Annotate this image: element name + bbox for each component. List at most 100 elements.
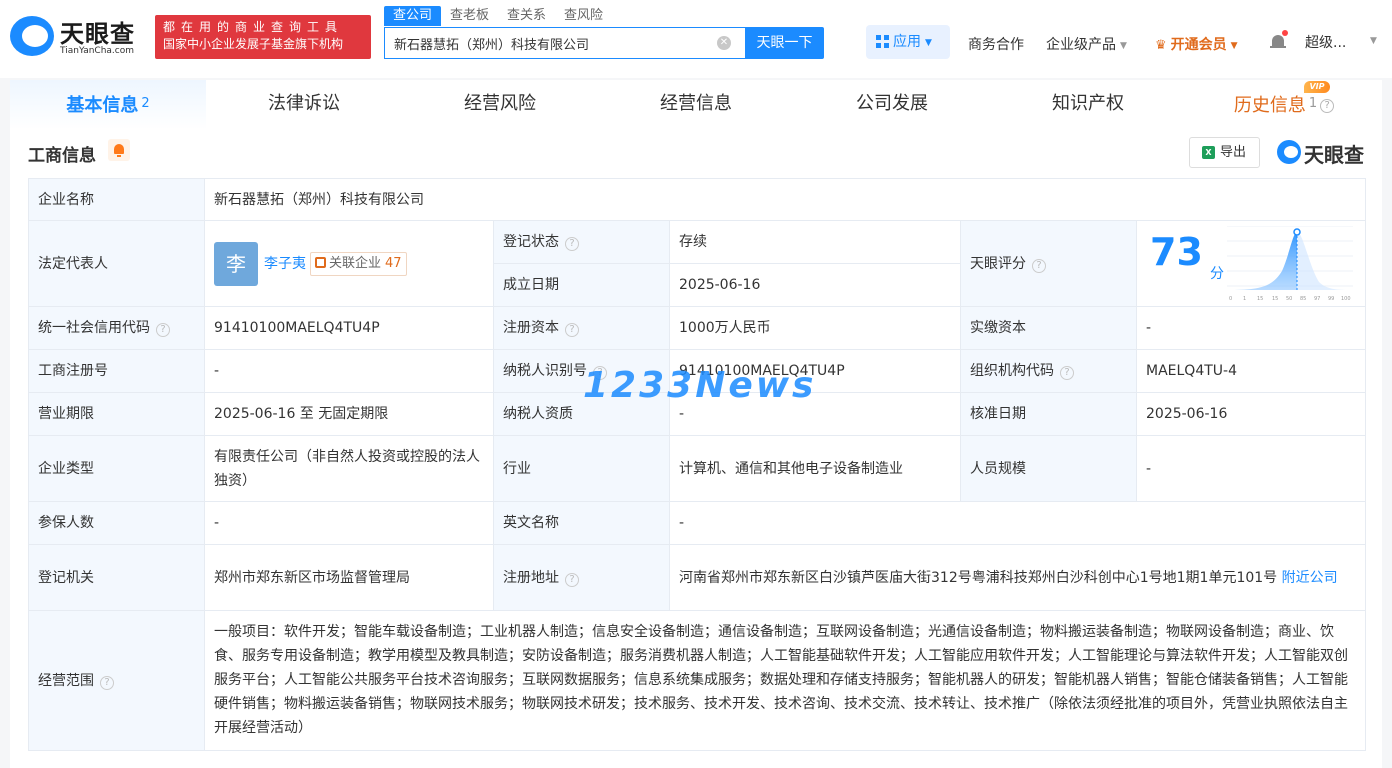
value-scope: 一般项目：软件开发；智能车载设备制造；工业机器人制造；信息安全设备制造；通信设备… (203, 610, 1367, 751)
enterprise-products-menu[interactable]: 企业级产品 ▼ (1046, 34, 1127, 54)
notification-bell-icon[interactable] (1270, 30, 1288, 51)
help-icon[interactable]: ? (1320, 99, 1335, 113)
business-info-table: 企业名称 新石器慧拓（郑州）科技有限公司 法定代表人 李李子夷 关联企业 47 登记… (28, 178, 1367, 751)
slogan-line-2: 国家中小企业发展子基金旗下机构 (163, 37, 344, 51)
score-distribution-chart: 0 1 15 15 50 85 97 99 100 (1227, 225, 1353, 302)
score-cell[interactable]: 73 分 0 1 15 15 50 85 97 99 100 (1135, 220, 1367, 307)
help-icon[interactable]: ? (565, 572, 579, 587)
label-reg-capital: 注册资本? (493, 306, 670, 350)
help-icon[interactable]: ? (565, 237, 579, 251)
label-text: 组织机构代码 (970, 363, 1054, 379)
logo-text: 天眼查 (60, 20, 135, 48)
tab-count: 1 (1308, 96, 1318, 111)
value-reg-status: 存续 (669, 220, 961, 264)
apps-button[interactable]: 应用 ▼ (866, 25, 950, 59)
search-button[interactable]: 天眼一下 (745, 27, 824, 59)
tab-operation[interactable]: 经营信息 (598, 80, 794, 130)
score-tick: 97 (1314, 296, 1320, 302)
score-unit: 分 (1210, 265, 1224, 282)
grid-icon (876, 35, 889, 48)
value-paid-capital: - (1135, 306, 1367, 350)
legal-rep-cell: 李李子夷 关联企业 47 (204, 220, 494, 307)
user-menu[interactable]: 超级... (1305, 32, 1346, 52)
tab-label: 法律诉讼 (268, 93, 340, 114)
export-button[interactable]: X 导出 (1189, 137, 1260, 168)
score-tick: 85 (1300, 296, 1306, 302)
chevron-down-icon: ▼ (925, 38, 932, 48)
crown-icon: ♛ (1155, 38, 1167, 53)
label-insured: 参保人数 (28, 501, 205, 545)
label-org-code: 组织机构代码? (960, 349, 1137, 393)
tab-history[interactable]: 历史信息 1? VIP (1186, 80, 1382, 130)
apps-label: 应用 (893, 34, 921, 50)
label-scope: 经营范围? (28, 610, 205, 751)
tab-basic-info[interactable]: 基本信息 2 (10, 80, 206, 130)
chevron-down-icon[interactable]: ▼ (1370, 36, 1377, 46)
score-tick: 100 (1341, 296, 1351, 302)
label-address: 注册地址? (493, 544, 670, 611)
tab-development[interactable]: 公司发展 (794, 80, 990, 130)
search-box: ✕ (384, 27, 746, 59)
label-english: 英文名称 (493, 501, 670, 545)
label-text: 统一社会信用代码 (38, 320, 150, 336)
label-reg-no: 工商注册号 (28, 349, 205, 393)
search-tab-relation[interactable]: 查关系 (498, 6, 555, 26)
value-approve-date: 2025-06-16 (1135, 392, 1367, 436)
value-insured: - (204, 501, 494, 545)
value-reg-capital: 1000万人民币 (669, 306, 961, 350)
tab-label: 公司发展 (856, 93, 928, 114)
label-text: 经营范围 (38, 672, 94, 689)
value-english: - (668, 501, 1367, 545)
label-legal-rep: 法定代表人 (28, 220, 205, 307)
help-icon[interactable]: ? (100, 675, 114, 690)
help-icon[interactable]: ? (1032, 258, 1046, 273)
value-reg-no: - (204, 349, 494, 393)
related-companies-badge[interactable]: 关联企业 47 (310, 251, 407, 276)
related-label: 关联企业 (329, 255, 382, 271)
search-tab-risk[interactable]: 查风险 (555, 6, 612, 26)
tab-ip[interactable]: 知识产权 (990, 80, 1186, 130)
tab-label: 经营风险 (464, 93, 536, 114)
legal-rep-link[interactable]: 李子夷 (264, 252, 306, 276)
tab-label: 经营信息 (660, 93, 732, 114)
label-paid-capital: 实缴资本 (960, 306, 1137, 350)
chevron-down-icon: ▼ (1230, 41, 1238, 51)
tianyancha-logo[interactable]: 天眼查 TianYanCha.com (10, 14, 150, 60)
help-icon[interactable]: ? (565, 323, 579, 337)
value-company-name: 新石器慧拓（郑州）科技有限公司 (203, 178, 1367, 221)
label-term: 营业期限 (28, 392, 205, 436)
business-cooperation-link[interactable]: 商务合作 (968, 34, 1024, 54)
search-tab-company[interactable]: 查公司 (384, 6, 442, 26)
vip-badge: VIP (1304, 81, 1330, 93)
company-tabs: 基本信息 2 法律诉讼 经营风险 经营信息 公司发展 知识产权 历史信息 1? VI… (10, 80, 1382, 130)
excel-icon: X (1202, 146, 1215, 159)
open-vip-label: 开通会员 (1170, 37, 1227, 53)
monitor-bell-icon[interactable] (108, 139, 130, 161)
logo-icon (10, 16, 54, 56)
clear-icon[interactable]: ✕ (717, 36, 731, 50)
chevron-down-icon: ▼ (1120, 41, 1127, 51)
open-vip-link[interactable]: ♛ 开通会员 ▼ (1155, 34, 1238, 54)
search-input[interactable] (385, 28, 705, 58)
label-staff: 人员规模 (960, 435, 1137, 502)
search-tab-boss[interactable]: 查老板 (441, 6, 498, 26)
label-text: 天眼评分 (970, 255, 1026, 272)
help-icon[interactable]: ? (1060, 366, 1074, 380)
score-value: 73 (1150, 229, 1203, 274)
section-title: 工商信息 (28, 146, 96, 166)
value-industry: 计算机、通信和其他电子设备制造业 (669, 435, 961, 502)
nearby-companies-link[interactable]: 附近公司 (1282, 570, 1338, 586)
avatar[interactable]: 李 (214, 241, 258, 286)
help-icon[interactable]: ? (156, 323, 170, 337)
tab-risk[interactable]: 经营风险 (402, 80, 598, 130)
label-text: 登记状态 (503, 234, 559, 250)
related-icon (315, 256, 326, 268)
tab-legal[interactable]: 法律诉讼 (206, 80, 402, 130)
score-tick: 50 (1286, 296, 1292, 302)
unread-dot (1282, 30, 1288, 36)
tab-label: 基本信息 (66, 95, 139, 116)
slogan-banner[interactable]: 都在用的商业查询工具 国家中小企业发展子基金旗下机构 (155, 15, 371, 59)
logo-icon (1277, 140, 1301, 164)
value-credit-code: 91410100MAELQ4TU4P (204, 306, 494, 350)
top-header: 天眼查 TianYanCha.com 都在用的商业查询工具 国家中小企业发展子基… (0, 0, 1392, 78)
